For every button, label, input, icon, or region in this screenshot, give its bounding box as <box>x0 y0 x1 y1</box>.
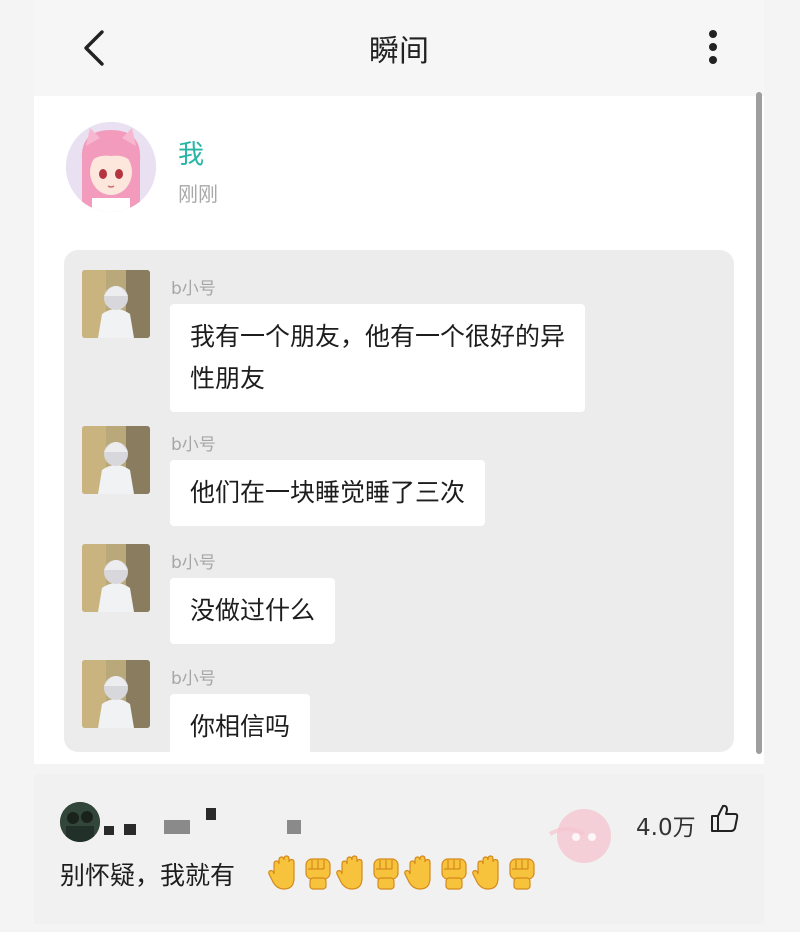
shared-chat-record[interactable]: b小号 我有一个朋友，他有一个很好的异 性朋友 b小号 他们在一块睡觉睡了三次 <box>64 250 734 752</box>
raised-hand-emoji-icon <box>336 855 363 890</box>
more-button[interactable] <box>698 26 728 70</box>
author-name[interactable]: 我 <box>178 134 204 171</box>
sender-name: b小号 <box>171 435 216 455</box>
watermark-logo <box>548 809 611 863</box>
more-vertical-icon <box>709 30 717 64</box>
raised-hand-emoji-icon <box>404 855 431 890</box>
comment-text: 别怀疑，我就有 <box>60 861 236 890</box>
sender-name: b小号 <box>171 279 216 299</box>
raised-hand-emoji-icon <box>472 855 499 890</box>
message-bubble: 我有一个朋友，他有一个很好的异 性朋友 <box>170 304 586 412</box>
author-avatar-image <box>66 122 156 212</box>
sender-avatar <box>82 426 150 494</box>
post-time: 刚刚 <box>178 182 218 206</box>
page-title: 瞬间 <box>369 34 429 69</box>
thumbs-up-icon <box>711 804 739 832</box>
message-bubble: 你相信吗 <box>170 694 311 752</box>
sender-avatar <box>82 660 150 728</box>
sender-avatar <box>82 544 150 612</box>
raised-fist-emoji-icon <box>373 858 399 890</box>
like-count: 4.0万 <box>636 815 696 841</box>
scrollbar[interactable] <box>756 92 762 754</box>
like-button[interactable] <box>708 802 740 834</box>
sender-name: b小号 <box>171 669 216 689</box>
message-bubble: 没做过什么 <box>170 578 336 644</box>
top-bar: 瞬间 <box>34 0 764 96</box>
message-bubble: 他们在一块睡觉睡了三次 <box>170 460 486 526</box>
sender-name: b小号 <box>171 553 216 573</box>
author-avatar[interactable] <box>66 122 156 212</box>
comment-emojis <box>268 854 540 892</box>
top-comment: 4.0万 别怀疑，我就有 <box>34 774 764 924</box>
post-card: 我 刚刚 b小号 我有一个朋友，他有一个很好的异 性朋友 b小号 他们在一块睡觉… <box>34 96 764 764</box>
commenter-avatar[interactable] <box>60 802 100 842</box>
raised-fist-emoji-icon <box>509 858 535 890</box>
raised-fist-emoji-icon <box>441 858 467 890</box>
raised-hand-emoji-icon <box>268 855 295 890</box>
sender-avatar <box>82 270 150 338</box>
raised-fist-emoji-icon <box>305 858 331 890</box>
